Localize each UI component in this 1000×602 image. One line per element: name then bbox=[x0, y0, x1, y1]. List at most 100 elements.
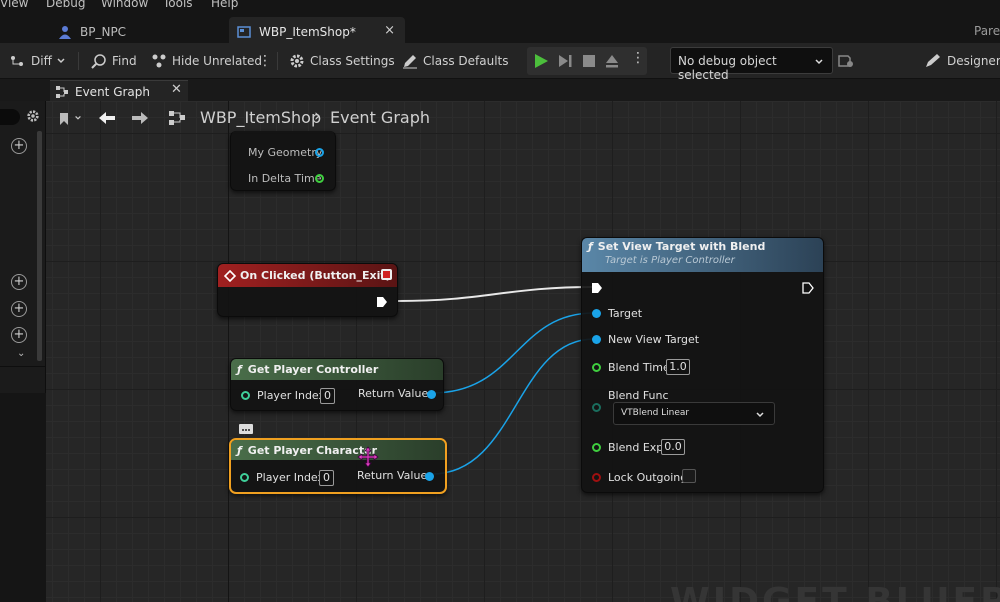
float-pin[interactable] bbox=[592, 443, 601, 452]
character-view-target-wire bbox=[431, 338, 595, 475]
debug-object-dropdown[interactable]: No debug object selected bbox=[670, 47, 833, 82]
add-variable-button[interactable]: + bbox=[11, 327, 27, 343]
node-header: On Clicked (Button_Exit) bbox=[218, 264, 397, 287]
get-player-character-node[interactable]: ƒ Get Player Character Player Index 0 Re… bbox=[229, 438, 447, 494]
menu-debug[interactable]: Debug bbox=[46, 0, 85, 10]
diff-icon bbox=[11, 56, 23, 66]
tab-label: BP_NPC bbox=[80, 25, 127, 39]
diff-label: Diff bbox=[31, 54, 52, 68]
tick-event-node[interactable]: My Geometry In Delta Time bbox=[230, 131, 336, 191]
menu-bar: View Debug Window Tools Help bbox=[0, 0, 1000, 12]
add-macro-button[interactable]: + bbox=[11, 301, 27, 317]
exec-out-pin[interactable] bbox=[376, 296, 388, 308]
node-header: ƒ Set View Target with Blend Target is P… bbox=[582, 238, 823, 272]
find-label: Find bbox=[112, 54, 137, 68]
pin-label: Target bbox=[608, 307, 643, 320]
blend-time-field[interactable]: 1.0 bbox=[666, 359, 690, 375]
close-icon[interactable]: ✕ bbox=[171, 82, 182, 97]
character-blueprint-icon bbox=[58, 25, 72, 39]
designer-label: Designer bbox=[947, 54, 1000, 68]
blend-func-value: VTBlend Linear bbox=[621, 408, 690, 418]
pin-label: New View Target bbox=[608, 333, 700, 346]
menu-window[interactable]: Window bbox=[101, 0, 148, 10]
int-pin[interactable] bbox=[241, 391, 250, 400]
pin-label: Blend Exp bbox=[608, 441, 664, 454]
eject-icon[interactable] bbox=[604, 53, 620, 69]
find-button[interactable]: Find bbox=[91, 51, 137, 71]
player-index-field[interactable]: 0 bbox=[319, 470, 334, 486]
collapse-icon[interactable]: ⌄ bbox=[17, 348, 25, 359]
class-defaults-button[interactable]: Class Defaults bbox=[402, 51, 508, 71]
float-pin[interactable] bbox=[315, 174, 324, 183]
controller-target-wire bbox=[431, 312, 595, 394]
get-player-controller-node[interactable]: ƒ Get Player Controller Player Index 0 R… bbox=[230, 358, 444, 411]
pin-label: My Geometry bbox=[248, 146, 323, 159]
chevron-down-icon bbox=[756, 412, 764, 418]
node-header: ƒ Get Player Character bbox=[231, 440, 445, 460]
close-icon[interactable]: × bbox=[384, 23, 395, 38]
hide-unrelated-button[interactable]: Hide Unrelated bbox=[151, 51, 262, 71]
toolbar-divider bbox=[277, 52, 278, 70]
set-view-target-with-blend-node[interactable]: ƒ Set View Target with Blend Target is P… bbox=[581, 237, 824, 493]
float-pin[interactable] bbox=[592, 363, 601, 372]
comment-bubble-icon[interactable] bbox=[239, 424, 253, 434]
hide-unrelated-label: Hide Unrelated bbox=[172, 54, 263, 68]
on-clicked-event-node[interactable]: On Clicked (Button_Exit) bbox=[217, 263, 398, 317]
tab-event-graph[interactable]: Event Graph ✕ bbox=[50, 80, 188, 102]
function-icon: ƒ bbox=[237, 443, 242, 457]
designer-icon bbox=[926, 54, 940, 67]
designer-button[interactable]: Designer bbox=[924, 51, 1000, 71]
object-pin[interactable] bbox=[592, 309, 601, 318]
int-pin[interactable] bbox=[240, 473, 249, 482]
node-title: Get Player Controller bbox=[247, 363, 379, 376]
menu-help[interactable]: Help bbox=[211, 0, 238, 10]
node-title: Set View Target with Blend bbox=[597, 240, 766, 253]
lock-outgoing-checkbox[interactable] bbox=[682, 469, 696, 483]
diff-button[interactable]: Diff bbox=[10, 51, 71, 71]
chevron-down-icon bbox=[815, 59, 823, 65]
stop-icon[interactable] bbox=[581, 53, 597, 69]
class-settings-label: Class Settings bbox=[310, 54, 395, 68]
add-graph-button[interactable]: + bbox=[11, 138, 27, 154]
more-options-icon[interactable]: ⋮ bbox=[258, 51, 272, 71]
pin-label: Lock Outgoing bbox=[608, 471, 688, 484]
gear-icon[interactable] bbox=[26, 109, 40, 123]
object-pin[interactable] bbox=[592, 335, 601, 344]
object-pin[interactable] bbox=[427, 390, 436, 399]
tab-label: Event Graph bbox=[75, 84, 150, 99]
bool-pin[interactable] bbox=[592, 473, 601, 482]
blend-exp-field[interactable]: 0.0 bbox=[661, 439, 685, 455]
object-pin[interactable] bbox=[425, 472, 434, 481]
event-graph-canvas[interactable]: WBP_ItemShop › Event Graph My Geometry I… bbox=[46, 101, 1000, 602]
play-options-icon[interactable]: ⋮ bbox=[631, 50, 645, 66]
search-input[interactable] bbox=[0, 109, 20, 125]
left-side-panel: + + + + ⌄ bbox=[0, 101, 46, 393]
document-tab-bar: BP_NPC WBP_ItemShop* × Pare bbox=[0, 12, 1000, 47]
debug-filter-icon[interactable] bbox=[838, 53, 854, 69]
exec-out-pin[interactable] bbox=[802, 282, 814, 294]
gear-icon bbox=[290, 54, 304, 68]
scrollbar[interactable] bbox=[37, 131, 42, 361]
blend-func-dropdown[interactable]: VTBlend Linear bbox=[613, 402, 775, 425]
play-icon[interactable] bbox=[533, 53, 549, 69]
playback-controls: ⋮ bbox=[527, 47, 647, 75]
parent-class-label: Pare bbox=[974, 24, 1000, 38]
pin-label: Player Index bbox=[256, 471, 325, 484]
class-settings-button[interactable]: Class Settings bbox=[289, 51, 395, 71]
step-icon[interactable] bbox=[557, 53, 573, 69]
enum-pin[interactable] bbox=[592, 403, 601, 412]
menu-view[interactable]: View bbox=[0, 0, 28, 10]
search-icon bbox=[91, 54, 106, 69]
exec-in-pin[interactable] bbox=[591, 282, 603, 294]
hide-unrelated-icon bbox=[152, 54, 166, 68]
move-cursor-icon bbox=[357, 446, 379, 468]
menu-tools[interactable]: Tools bbox=[163, 0, 193, 10]
graph-icon bbox=[56, 85, 68, 98]
struct-pin[interactable] bbox=[315, 148, 324, 157]
chevron-down-icon bbox=[57, 58, 65, 64]
exec-wire bbox=[397, 286, 595, 302]
add-function-button[interactable]: + bbox=[11, 274, 27, 290]
delegate-pin[interactable] bbox=[381, 269, 392, 280]
pin-label: In Delta Time bbox=[248, 172, 322, 185]
player-index-field[interactable]: 0 bbox=[320, 388, 335, 404]
